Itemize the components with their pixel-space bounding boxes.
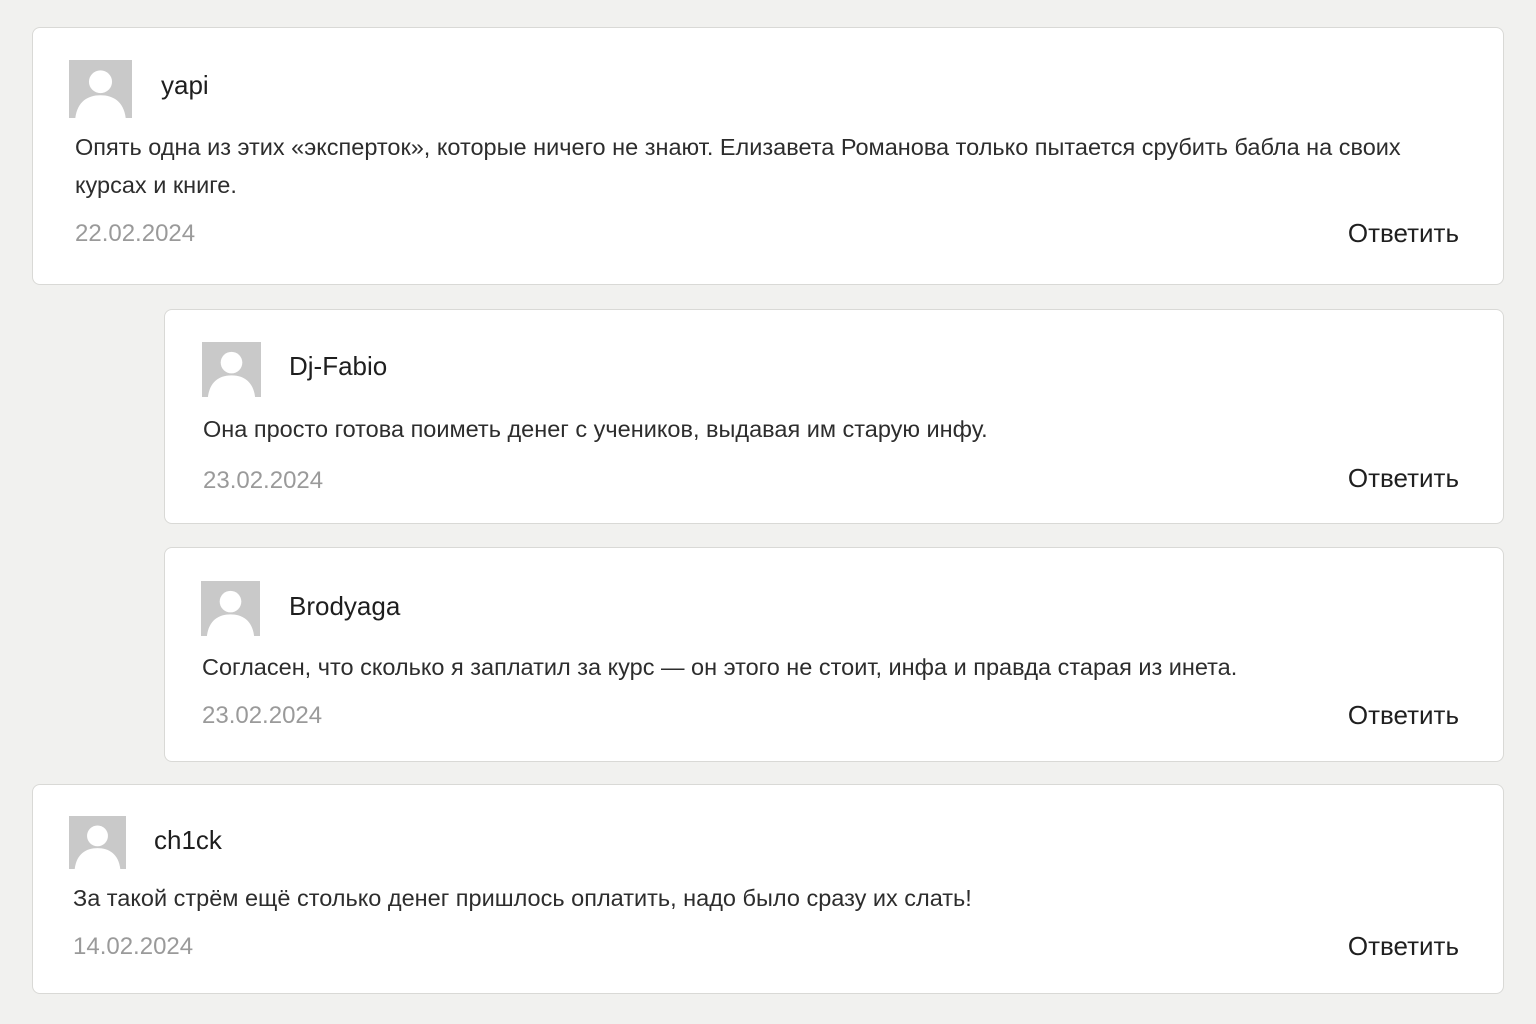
comment-author: ch1ck bbox=[154, 825, 222, 855]
comment-text: Опять одна из этих «эксперток», которые … bbox=[75, 134, 1401, 198]
user-placeholder-icon bbox=[69, 816, 126, 869]
comment-card: ch1ck За такой стрём ещё столько денег п… bbox=[32, 784, 1504, 994]
comment-author: yapi bbox=[161, 70, 209, 100]
comment-card-reply: Brodyaga Согласен, что сколько я заплати… bbox=[164, 547, 1504, 762]
comment-author: Dj-Fabio bbox=[289, 351, 388, 381]
reply-button[interactable]: Ответить bbox=[1348, 700, 1459, 731]
reply-button[interactable]: Ответить bbox=[1348, 218, 1459, 249]
reply-button[interactable]: Ответить bbox=[1348, 931, 1459, 962]
comment-date: 14.02.2024 bbox=[73, 933, 194, 960]
user-placeholder-icon bbox=[202, 342, 261, 397]
reply-button[interactable]: Ответить bbox=[1348, 463, 1459, 494]
comment-author: Brodyaga bbox=[289, 591, 401, 621]
comment-text: Она просто готова поиметь денег с ученик… bbox=[203, 416, 988, 442]
comment-date: 23.02.2024 bbox=[203, 467, 324, 494]
comment-text: Согласен, что сколько я заплатил за курс… bbox=[202, 654, 1238, 680]
comment-card: yapi Опять одна из этих «эксперток», кот… bbox=[32, 27, 1504, 285]
comment-text: За такой стрём ещё столько денег пришлос… bbox=[73, 885, 972, 911]
comment-date: 22.02.2024 bbox=[75, 220, 196, 247]
comment-date: 23.02.2024 bbox=[202, 702, 323, 729]
comment-card-reply: Dj-Fabio Она просто готова поиметь денег… bbox=[164, 309, 1504, 524]
user-placeholder-icon bbox=[201, 581, 260, 636]
user-placeholder-icon bbox=[69, 60, 132, 118]
